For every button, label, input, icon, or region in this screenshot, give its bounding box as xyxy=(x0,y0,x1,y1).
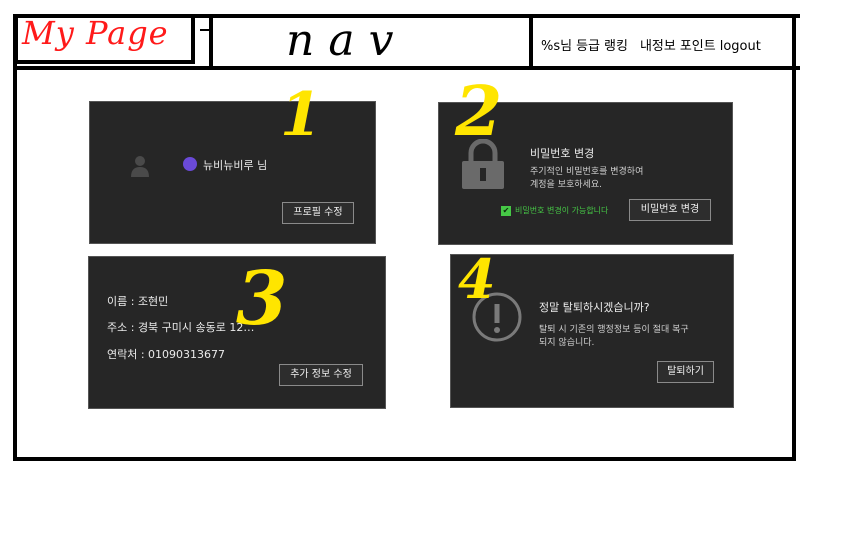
withdraw-desc-line1: 탈퇴 시 기존의 행정정보 등이 절대 복구 xyxy=(539,325,689,335)
nav-title: nav xyxy=(286,15,408,66)
withdraw-title: 정말 탈퇴하시겠습니까? xyxy=(539,301,650,314)
user-menu: %s님 등급 랭킹 내정보 포인트 logout xyxy=(541,35,765,54)
page-logo[interactable]: My Page xyxy=(22,14,169,52)
menu-grade[interactable]: 등급 xyxy=(576,39,600,54)
profile-nickname: 뉴비뉴비루 님 xyxy=(203,159,268,172)
menu-my-info[interactable]: 내정보 xyxy=(640,39,676,54)
marker-2: 2 xyxy=(455,72,503,152)
info-name: 이름 : 조현민 xyxy=(107,295,169,308)
password-desc-line1: 주기적인 비밀번호를 변경하여 xyxy=(530,167,644,177)
withdraw-desc-line2: 되지 않습니다. xyxy=(539,338,595,348)
avatar-icon xyxy=(183,157,197,171)
info-phone: 연락처 : 01090313677 xyxy=(107,348,226,361)
withdraw-button[interactable]: 탈퇴하기 xyxy=(657,361,714,383)
user-icon xyxy=(131,156,149,177)
check-icon: ✔ xyxy=(501,206,511,216)
edit-profile-button[interactable]: 프로필 수정 xyxy=(282,202,354,224)
marker-1: 1 xyxy=(280,80,322,150)
change-password-button[interactable]: 비밀번호 변경 xyxy=(629,199,711,221)
edit-extra-info-button[interactable]: 추가 정보 수정 xyxy=(279,364,363,386)
info-address: 주소 : 경북 구미시 송동로 12… xyxy=(107,321,255,334)
profile-panel: 뉴비뉴비루 님 프로필 수정 xyxy=(89,101,376,244)
password-status: 비밀번호 변경이 가능합니다 xyxy=(515,206,609,215)
menu-logout[interactable]: logout xyxy=(720,39,761,54)
header-separator xyxy=(200,29,209,31)
password-desc-line2: 계정을 보호하세요. xyxy=(530,180,602,190)
menu-points[interactable]: 포인트 xyxy=(680,39,716,54)
password-title: 비밀번호 변경 xyxy=(530,147,595,160)
menu-ranking[interactable]: 랭킹 xyxy=(604,39,628,54)
marker-4: 4 xyxy=(458,247,496,311)
menu-user-name[interactable]: %s님 xyxy=(541,39,572,54)
marker-3: 3 xyxy=(236,256,288,342)
